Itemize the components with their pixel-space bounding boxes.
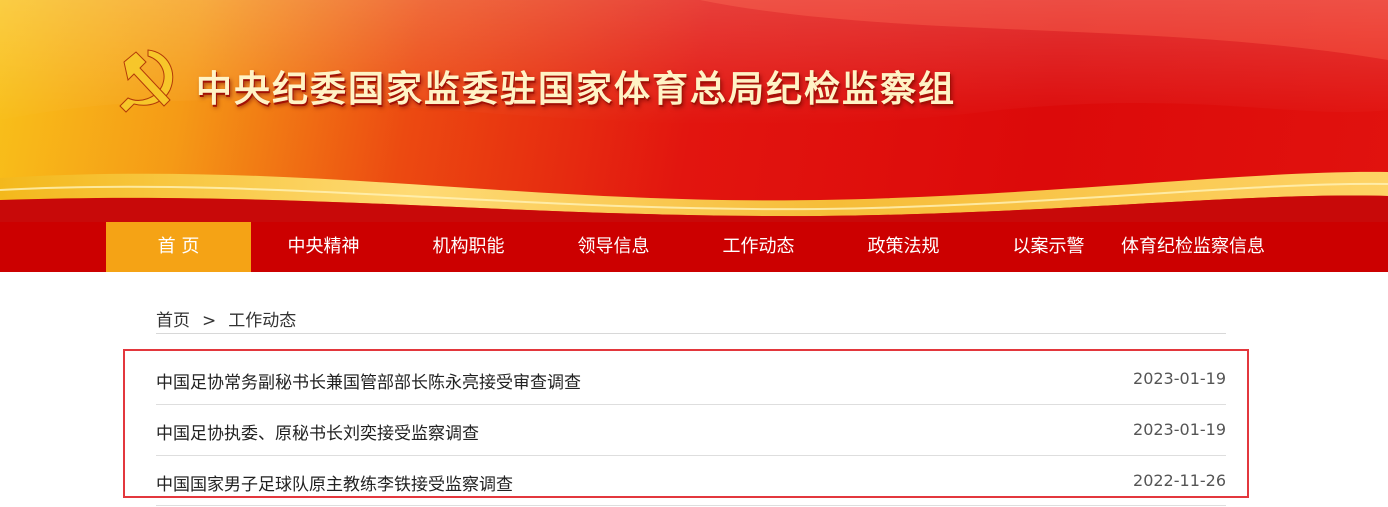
breadcrumb-home-link[interactable]: 首页 xyxy=(156,306,190,331)
list-item[interactable]: 中国足协常务副秘书长兼国管部部长陈永亮接受审查调查 2023-01-19 xyxy=(156,354,1226,405)
nav-item-case-warnings[interactable]: 以案示警 xyxy=(976,222,1121,272)
news-date: 2023-01-19 xyxy=(1133,369,1226,388)
nav-item-sports-discipline-info[interactable]: 体育纪检监察信息 xyxy=(1118,222,1268,272)
news-date: 2023-01-19 xyxy=(1133,420,1226,439)
news-title-link[interactable]: 中国足协执委、原秘书长刘奕接受监察调查 xyxy=(156,419,479,444)
site-banner: 中央纪委国家监委驻国家体育总局纪检监察组 xyxy=(0,0,1388,222)
nav-item-work-news[interactable]: 工作动态 xyxy=(686,222,831,272)
list-item[interactable]: 中国足协执委、原秘书长刘奕接受监察调查 2023-01-19 xyxy=(156,405,1226,456)
list-item[interactable]: 中国国家男子足球队原主教练李铁接受监察调查 2022-11-26 xyxy=(156,456,1226,507)
nav-item-home[interactable]: 首 页 xyxy=(106,222,251,272)
nav-item-leaders[interactable]: 领导信息 xyxy=(541,222,686,272)
list-bottom-divider xyxy=(156,505,1226,506)
news-date: 2022-11-26 xyxy=(1133,471,1226,490)
nav-item-central-spirit[interactable]: 中央精神 xyxy=(251,222,396,272)
nav-item-functions[interactable]: 机构职能 xyxy=(396,222,541,272)
news-title-link[interactable]: 中国国家男子足球队原主教练李铁接受监察调查 xyxy=(156,470,513,495)
news-list: 中国足协常务副秘书长兼国管部部长陈永亮接受审查调查 2023-01-19 中国足… xyxy=(156,354,1226,507)
breadcrumb-separator: > xyxy=(202,311,217,331)
main-nav: 首 页 中央精神 机构职能 领导信息 工作动态 政策法规 以案示警 体育纪检监察… xyxy=(0,222,1388,272)
hammer-sickle-icon xyxy=(119,49,174,113)
nav-item-policies[interactable]: 政策法规 xyxy=(831,222,976,272)
site-title: 中央纪委国家监委驻国家体育总局纪检监察组 xyxy=(196,69,957,110)
breadcrumb-current[interactable]: 工作动态 xyxy=(228,306,296,331)
breadcrumb: 首页 > 工作动态 xyxy=(156,306,1226,334)
news-title-link[interactable]: 中国足协常务副秘书长兼国管部部长陈永亮接受审查调查 xyxy=(156,368,581,393)
